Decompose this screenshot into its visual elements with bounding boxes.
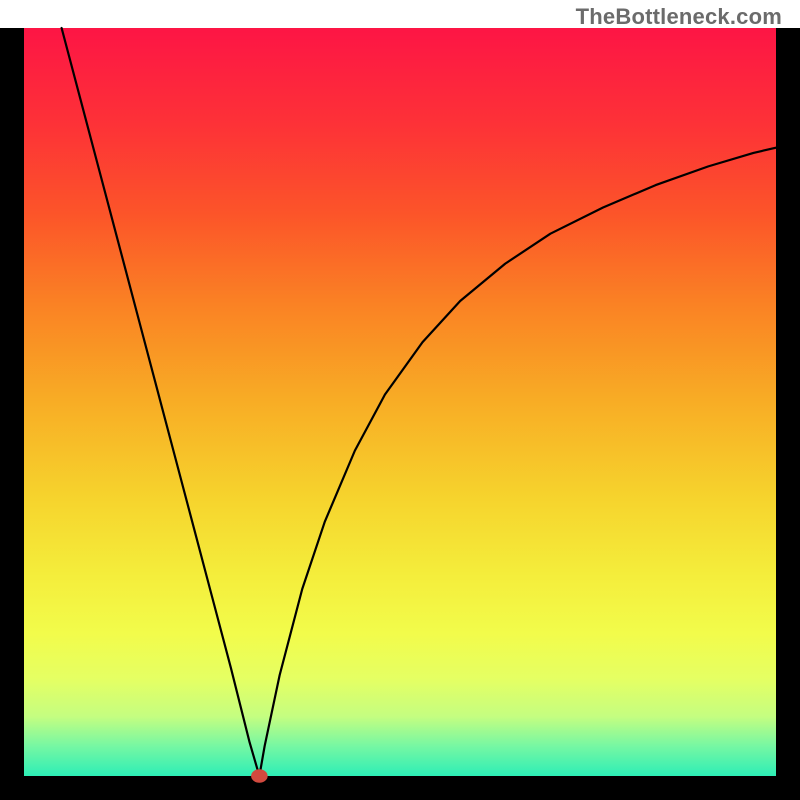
- bottleneck-chart: [0, 0, 800, 800]
- optimal-point-marker: [251, 769, 268, 782]
- chart-container: TheBottleneck.com: [0, 0, 800, 800]
- plot-background: [24, 28, 776, 776]
- watermark-text: TheBottleneck.com: [576, 4, 782, 30]
